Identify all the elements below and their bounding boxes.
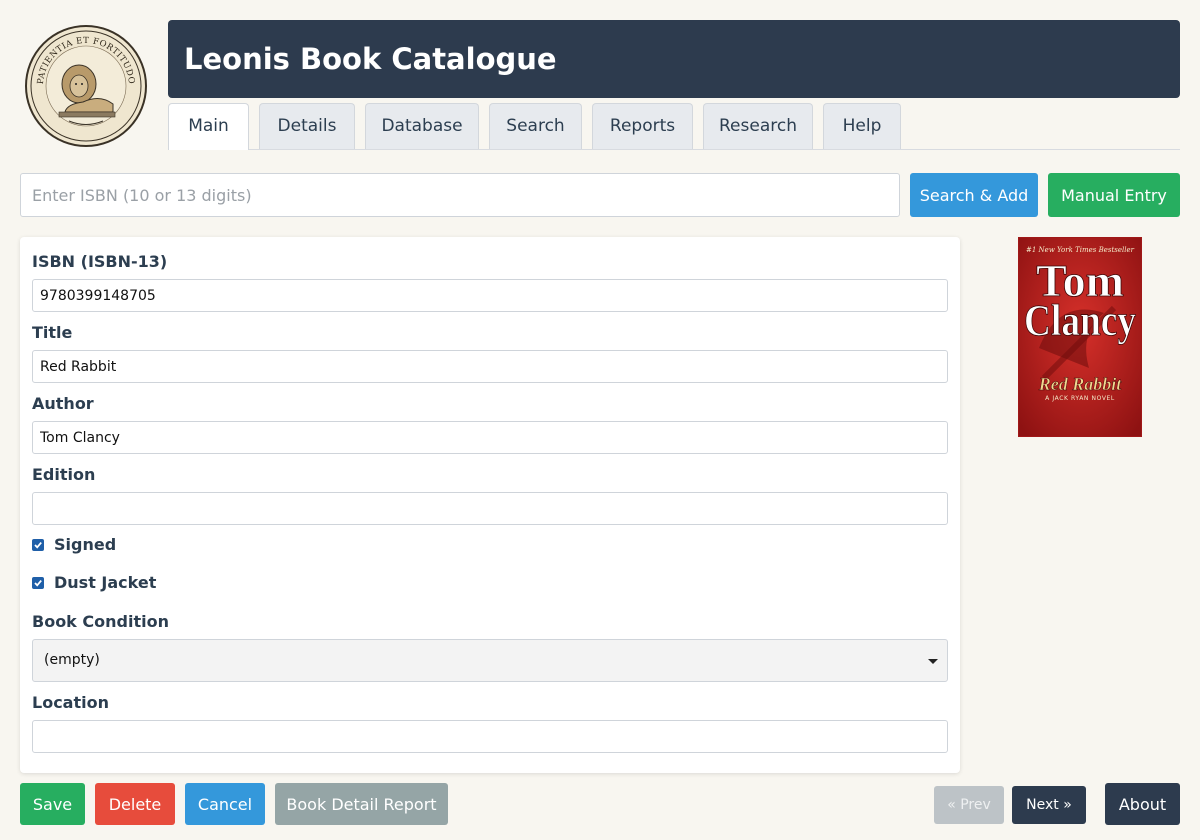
condition-label: Book Condition [32,612,169,631]
check-icon [34,580,42,587]
tab-reports[interactable]: Reports [592,103,693,149]
isbn-search-input[interactable] [20,173,900,217]
condition-value: (empty) [44,652,100,668]
app-title: Leonis Book Catalogue [168,20,1180,98]
title-field[interactable] [32,350,948,383]
prev-button[interactable]: « Prev [934,786,1004,824]
lion-logo: PATIENTIA ET FORTITUDO [25,24,147,148]
isbn-field[interactable] [32,279,948,312]
cover-subtitle: A JACK RYAN NOVEL [1045,395,1115,402]
dust-jacket-label: Dust Jacket [54,573,157,592]
edition-field[interactable] [32,492,948,525]
manual-entry-button[interactable]: Manual Entry [1048,173,1180,217]
cover-book-title: Red Rabbit [1038,374,1123,394]
book-detail-report-button[interactable]: Book Detail Report [275,783,448,825]
search-add-button[interactable]: Search & Add [910,173,1038,217]
tab-main[interactable]: Main [168,103,249,150]
caret-down-icon [928,659,938,664]
author-field[interactable] [32,421,948,454]
next-button[interactable]: Next » [1012,786,1086,824]
title-label: Title [32,323,73,342]
location-field[interactable] [32,720,948,753]
author-label: Author [32,394,94,413]
edition-label: Edition [32,465,96,484]
cover-banner: #1 New York Times Bestseller [1026,246,1135,254]
tab-bar: Main Details Database Search Reports Res… [168,103,1180,150]
tab-help[interactable]: Help [823,103,901,149]
location-label: Location [32,693,109,712]
cancel-button[interactable]: Cancel [185,783,265,825]
condition-select[interactable]: (empty) [32,639,948,682]
about-button[interactable]: About [1105,783,1180,825]
book-cover-image: #1 New York Times Bestseller Tom Clancy … [1018,237,1142,437]
check-icon [34,542,42,549]
book-form: ISBN (ISBN-13) Title Author Edition Sign… [20,237,960,773]
isbn-label: ISBN (ISBN-13) [32,252,168,271]
signed-checkbox[interactable] [32,539,44,551]
save-button[interactable]: Save [20,783,85,825]
tab-search[interactable]: Search [489,103,582,149]
cover-author-last: Clancy [1024,296,1136,345]
tab-database[interactable]: Database [365,103,479,149]
delete-button[interactable]: Delete [95,783,175,825]
dust-jacket-checkbox[interactable] [32,577,44,589]
signed-label: Signed [54,535,117,554]
tab-details[interactable]: Details [259,103,355,149]
tab-research[interactable]: Research [703,103,813,149]
